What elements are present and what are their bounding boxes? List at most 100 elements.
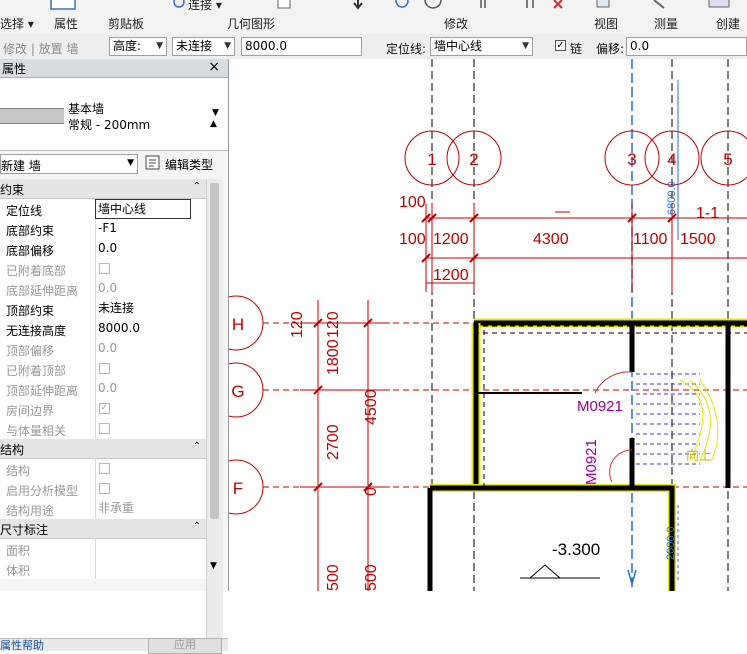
apply-button[interactable]: 应用 — [148, 638, 222, 654]
row-base-offset[interactable]: 底部偏移 0.0 — [0, 239, 206, 260]
ribbon-group-clipboard[interactable]: 剪贴板 — [108, 15, 144, 32]
move-down-icon[interactable] — [352, 0, 364, 10]
ribbon-tool-join[interactable]: 连接 ▾ — [188, 0, 222, 13]
create-icon[interactable] — [708, 0, 730, 10]
row-base-extension: 底部延伸距离 0.0 — [0, 279, 206, 300]
edit-type-button[interactable]: 编辑类型 — [145, 154, 223, 174]
edit-type-icon — [145, 155, 160, 170]
scroll-down-icon[interactable]: ▼ — [210, 561, 217, 571]
row-value — [95, 559, 206, 579]
temp-dim-height[interactable]: 6800.0 — [666, 181, 678, 215]
row-value[interactable]: 未连接 — [95, 299, 206, 319]
properties-footer: 属性帮助 应用 — [0, 637, 228, 654]
dim-text: 120 — [289, 311, 306, 338]
offset-input[interactable]: 0.0 — [626, 37, 747, 56]
row-location-line[interactable]: 定位线 墙中心线 — [0, 199, 206, 220]
row-value[interactable]: -F1 — [95, 219, 206, 239]
dim-text: 1500 — [680, 231, 716, 248]
dim-text: 4300 — [533, 231, 569, 248]
row-value — [95, 359, 206, 379]
row-value — [95, 479, 206, 499]
location-line-select[interactable]: 墙中心线 ▼ — [430, 37, 533, 56]
location-line-label: 定位线: — [386, 42, 427, 56]
collapse-icon[interactable]: ⌃ — [193, 181, 201, 192]
measure-icon[interactable] — [652, 0, 666, 10]
close-icon[interactable]: × — [208, 59, 220, 75]
dim-text: 1200 — [433, 231, 469, 248]
delete-icon[interactable] — [552, 0, 566, 10]
floor-plan[interactable]: 1 2 3 4 5 H G F 100 100 1200 4300 1100 1… — [229, 59, 747, 591]
row-value: ✓ — [95, 399, 206, 419]
scroll-up-icon[interactable]: ▲ — [210, 119, 217, 129]
row-label: 结构 — [6, 464, 31, 478]
row-structural-usage: 结构用途 非承重 — [0, 499, 206, 520]
properties-panel: 属性 × 基本墙 常规 - 200mm ▼ 新建 墙 ▼ 编辑类型 约束 ⌃ 定… — [0, 59, 229, 654]
row-unconnected-height[interactable]: 无连接高度 8000.0 — [0, 319, 206, 340]
ribbon-group-measure[interactable]: 测量 — [654, 15, 678, 32]
split-icon[interactable] — [524, 0, 538, 10]
ribbon: 连接 ▾ 选择 ▾ 属性 剪贴板 几何图形 修改 视图 测量 创建 — [0, 0, 747, 35]
height-value: 8000.0 — [245, 39, 287, 53]
chain-checkbox[interactable]: ✓ — [555, 40, 566, 51]
collapse-icon[interactable]: ⌃ — [193, 521, 201, 532]
trim-icon[interactable] — [478, 0, 492, 10]
row-value[interactable]: 8000.0 — [95, 319, 206, 339]
row-base-constraint[interactable]: 底部约束 -F1 — [0, 219, 206, 240]
instance-selector[interactable]: 新建 墙 ▼ — [0, 154, 138, 174]
ribbon-group-modify[interactable]: 修改 — [444, 15, 468, 32]
ribbon-group-properties[interactable]: 属性 — [54, 15, 78, 32]
height-select-label: 高度: — [113, 39, 142, 53]
height-mode-select[interactable]: 未连接 ▼ — [172, 37, 235, 56]
row-value[interactable]: 0.0 — [95, 239, 206, 259]
type-name: 常规 - 200mm — [68, 118, 151, 132]
collapse-icon[interactable]: ⌃ — [193, 441, 201, 452]
door-tag: M0921 — [577, 398, 623, 415]
offset-value: 0.0 — [630, 39, 650, 53]
type-selector[interactable]: 基本墙 常规 - 200mm ▼ — [0, 78, 228, 151]
row-top-extension: 顶部延伸距离 0.0 — [0, 379, 206, 400]
properties-scrollbar[interactable]: ▲ ▼ — [206, 119, 223, 639]
door-tag: M0921 — [583, 439, 600, 485]
group-constraints[interactable]: 约束 ⌃ — [0, 179, 206, 199]
ribbon-group-geometry[interactable]: 几何图形 — [227, 15, 275, 32]
paste-icon[interactable] — [276, 0, 292, 10]
row-label: 底部偏移 — [6, 244, 55, 258]
stair-label: 向上 — [686, 448, 712, 463]
group-dimensions[interactable]: 尺寸标注 ⌃ — [0, 519, 206, 539]
height-value-input[interactable]: 8000.0 — [241, 37, 362, 56]
dim-text: 2700 — [325, 424, 342, 460]
chevron-down-icon[interactable]: ▼ — [212, 108, 219, 118]
drawing-canvas[interactable]: 1 2 3 4 5 H G F 100 100 1200 4300 1100 1… — [229, 59, 747, 591]
properties-title: 属性 — [2, 62, 27, 76]
row-value: 0.0 — [95, 379, 206, 399]
ribbon-group-create[interactable]: 创建 — [716, 15, 740, 32]
row-top-constraint[interactable]: 顶部约束 未连接 — [0, 299, 206, 320]
ribbon-group-select[interactable]: 选择 ▾ — [0, 15, 34, 32]
dim-text: 100 — [399, 231, 426, 248]
ribbon-group-view[interactable]: 视图 — [594, 15, 618, 32]
offset-icon[interactable] — [424, 0, 442, 10]
instance-row: 新建 墙 ▼ 编辑类型 — [0, 152, 228, 178]
grid-label-2: 2 — [469, 150, 478, 169]
properties-titlebar: 属性 × — [0, 59, 228, 78]
dim-text: 500 — [363, 564, 380, 591]
group-structure[interactable]: 结构 ⌃ — [0, 439, 206, 459]
properties-help-link[interactable]: 属性帮助 — [0, 637, 44, 653]
height-select[interactable]: 高度: ▼ — [109, 37, 167, 56]
scrollbar-thumb[interactable] — [210, 183, 219, 519]
modify-icon[interactable] — [50, 0, 76, 10]
rotate-icon[interactable] — [394, 0, 410, 10]
row-label: 启用分析模型 — [6, 484, 79, 498]
row-value — [95, 539, 206, 559]
door-swings — [594, 371, 633, 483]
temp-dim-lower[interactable]: 2000.0 — [665, 526, 677, 560]
view-icon[interactable] — [596, 0, 610, 10]
row-value: 0.0 — [95, 339, 206, 359]
dim-text: 0 — [363, 487, 380, 496]
checkbox — [99, 363, 110, 374]
location-line-field[interactable]: 墙中心线 — [95, 199, 191, 219]
row-volume: 体积 — [0, 559, 206, 579]
row-analytical-model: 启用分析模型 — [0, 479, 206, 500]
join-icon[interactable] — [172, 0, 186, 10]
type-family: 基本墙 — [68, 102, 105, 116]
